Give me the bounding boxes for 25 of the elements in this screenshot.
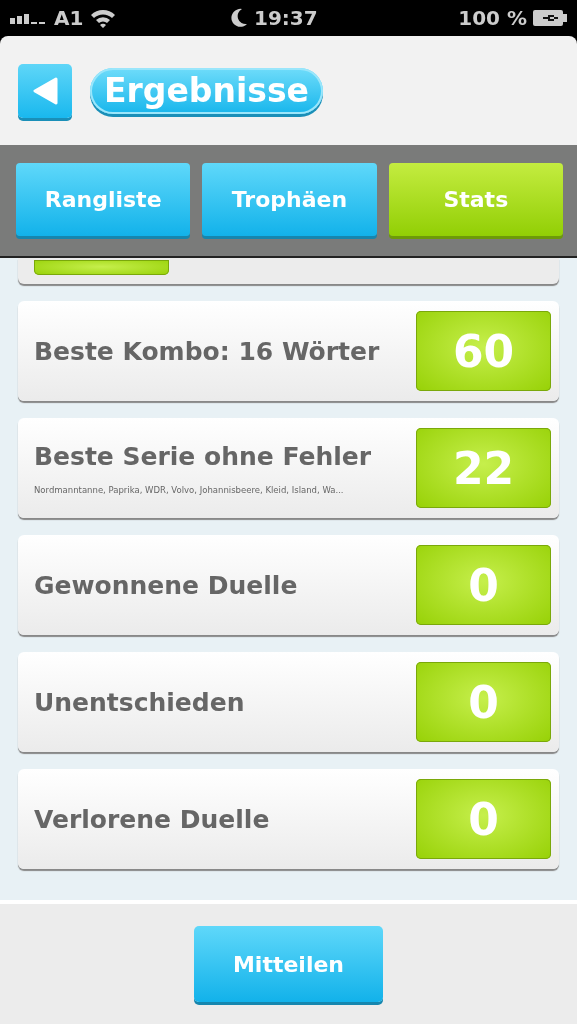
stat-label: Gewonnene Duelle (34, 570, 298, 600)
back-button[interactable] (18, 63, 72, 118)
wifi-icon (89, 8, 118, 28)
stat-label: Beste Kombo: 16 Wörter (34, 336, 380, 366)
signal-icon (10, 12, 48, 24)
stat-detail: Nordmanntanne, Paprika, WDR, Volvo, Johannisbeere, Kleid, Island, Wa... (34, 484, 345, 495)
back-arrow-icon (32, 76, 58, 105)
stat-value: 60 (416, 311, 551, 391)
tab[interactable]: Trophäen (202, 163, 377, 236)
carrier-label: A1 (54, 6, 84, 30)
stat-value: 0 (416, 545, 551, 625)
stat-value: 0 (416, 779, 551, 859)
share-button[interactable]: Mitteilen (194, 926, 383, 1002)
stat-label: Beste Serie ohne Fehler (34, 441, 372, 471)
tab[interactable]: Rangliste (16, 163, 191, 236)
battery-icon (533, 9, 567, 27)
stat-label: Unentschieden (34, 687, 245, 717)
page-title: Ergebnisse (90, 67, 323, 114)
clock-time: 19:37 (254, 6, 318, 30)
moon-icon (230, 8, 248, 28)
stat-value: 0 (416, 662, 551, 742)
stat-label: Verlorene Duelle (34, 804, 270, 834)
battery-percent: 100 % (458, 6, 527, 30)
stat-value: 22 (416, 428, 551, 508)
tab[interactable]: Stats (388, 163, 563, 236)
